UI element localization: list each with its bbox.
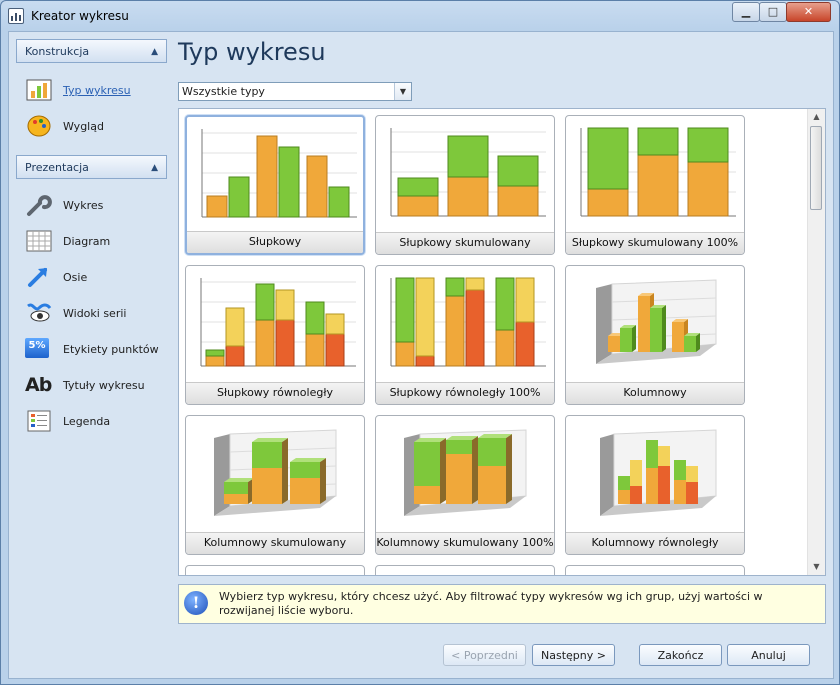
- group-header-presentation[interactable]: Prezentacja ▲: [16, 155, 167, 179]
- sidebar-item-label: Wykres: [63, 199, 104, 212]
- sidebar-item-label: Wygląd: [63, 120, 104, 133]
- sidebar-item-series-views[interactable]: Widoki serii: [25, 298, 165, 328]
- bar-chart-icon: [26, 79, 52, 101]
- stacked-column-3d-chart-preview: [214, 429, 337, 516]
- filter-value: Wszystkie typy: [182, 85, 265, 98]
- bar-chart-preview: [201, 129, 357, 218]
- sidebar-item-chart-type[interactable]: Typ wykresu: [25, 75, 165, 105]
- grid-icon: [26, 230, 52, 252]
- hint-panel: ! Wybierz typ wykresu, który chcesz użyć…: [178, 584, 826, 624]
- chart-wizard-window: Kreator wykresu ▁ □ ✕ Konstrukcja ▲ Typ …: [0, 0, 840, 685]
- gallery-scrollbar[interactable]: ▲ ▼: [807, 109, 825, 575]
- side-by-side-column-3d-chart-preview: [600, 429, 717, 516]
- sidebar-item-label: Osie: [63, 271, 88, 284]
- chart-type-filter-select[interactable]: Wszystkie typy ▼: [178, 82, 412, 101]
- tile-caption: Słupkowy skumulowany: [376, 232, 554, 254]
- sidebar-item-chart[interactable]: Wykres: [25, 190, 165, 220]
- next-button[interactable]: Następny >: [532, 644, 615, 666]
- scroll-up-icon[interactable]: ▲: [808, 109, 825, 125]
- chevron-up-icon: ▲: [151, 163, 158, 173]
- group-header-label: Konstrukcja: [25, 45, 90, 58]
- sidebar-item-chart-titles[interactable]: Ab Tytuły wykresu: [25, 370, 165, 400]
- wizard-client-area: Konstrukcja ▲ Typ wykresu Wygląd Prezent…: [8, 31, 834, 679]
- chevron-up-icon: ▲: [151, 47, 158, 57]
- sidebar: Konstrukcja ▲ Typ wykresu Wygląd Prezent…: [9, 32, 172, 636]
- app-icon: [8, 8, 24, 24]
- group-header-construction[interactable]: Konstrukcja ▲: [16, 39, 167, 63]
- sidebar-item-label: Etykiety punktów: [63, 343, 159, 356]
- tile-caption: Kolumnowy skumulowany 100%: [376, 532, 554, 554]
- side-by-side-bar-100-chart-preview: [390, 277, 546, 367]
- wizard-footer: < Poprzedni Następny > Zakończ Anuluj: [9, 636, 833, 678]
- stacked-bar-100-chart-preview: [580, 127, 736, 217]
- tile-caption: Słupkowy równoległy 100%: [376, 382, 554, 404]
- maximize-button[interactable]: □: [759, 2, 787, 22]
- point-label-icon: 5%: [25, 338, 49, 358]
- chevron-down-icon[interactable]: ▼: [394, 83, 411, 100]
- legend-icon: [27, 410, 51, 432]
- tile-caption: Słupkowy skumulowany 100%: [566, 232, 744, 254]
- tile-caption: Kolumnowy: [566, 382, 744, 404]
- tile-caption: Słupkowy: [187, 231, 363, 253]
- chart-type-tile-row4-1[interactable]: [185, 565, 365, 575]
- page-title: Typ wykresu: [178, 38, 326, 66]
- chart-type-tile-side-by-side-column-3d[interactable]: Kolumnowy równoległy: [565, 415, 745, 555]
- scroll-down-icon[interactable]: ▼: [808, 559, 825, 575]
- point-label-icon-text: 5%: [28, 340, 46, 351]
- series-view-icon: [27, 303, 52, 322]
- side-by-side-bar-chart-preview: [200, 278, 356, 367]
- sidebar-item-label: Diagram: [63, 235, 111, 248]
- chart-type-tile-row4-3[interactable]: [565, 565, 745, 575]
- wrench-icon: [27, 195, 52, 216]
- group-header-label: Prezentacja: [25, 161, 89, 174]
- sidebar-item-legend[interactable]: Legenda: [25, 406, 165, 436]
- scrollbar-thumb[interactable]: [810, 126, 822, 210]
- stacked-bar-chart-preview: [390, 128, 546, 217]
- chart-type-tile-stacked-bar-100[interactable]: Słupkowy skumulowany 100%: [565, 115, 745, 255]
- hint-text: Wybierz typ wykresu, który chcesz użyć. …: [219, 590, 763, 617]
- window-title: Kreator wykresu: [31, 9, 129, 23]
- chart-type-tile-stacked-bar[interactable]: Słupkowy skumulowany: [375, 115, 555, 255]
- sidebar-item-label: Tytuły wykresu: [63, 379, 145, 392]
- chart-type-tile-row4-2[interactable]: [375, 565, 555, 575]
- chart-type-tile-side-by-side-bar-100[interactable]: Słupkowy równoległy 100%: [375, 265, 555, 405]
- previous-button[interactable]: < Poprzedni: [443, 644, 526, 666]
- column-3d-chart-preview: [596, 279, 717, 364]
- chart-type-tile-side-by-side-bar[interactable]: Słupkowy równoległy: [185, 265, 365, 405]
- sidebar-item-point-labels[interactable]: 5% Etykiety punktów: [25, 334, 165, 364]
- chart-type-tile-column-3d[interactable]: Kolumnowy: [565, 265, 745, 405]
- tile-caption: Kolumnowy równoległy: [566, 532, 744, 554]
- sidebar-item-label: Typ wykresu: [63, 84, 131, 97]
- sidebar-item-label: Legenda: [63, 415, 111, 428]
- chart-type-gallery: Słupkowy Słupkowy skumulowany Słupkowy s…: [178, 108, 826, 576]
- tile-caption: Słupkowy równoległy: [186, 382, 364, 404]
- cancel-button[interactable]: Anuluj: [727, 644, 810, 666]
- tile-caption: Kolumnowy skumulowany: [186, 532, 364, 554]
- close-button[interactable]: ✕: [786, 2, 831, 22]
- axis-arrow-icon: [28, 268, 47, 287]
- stacked-column-100-3d-chart-preview: [404, 429, 527, 516]
- main-panel: Typ wykresu Wszystkie typy ▼ Słupkowy Sł…: [172, 32, 833, 636]
- sidebar-item-appearance[interactable]: Wygląd: [25, 111, 165, 141]
- sidebar-item-diagram[interactable]: Diagram: [25, 226, 165, 256]
- title-bar[interactable]: Kreator wykresu ▁ □ ✕: [1, 1, 839, 31]
- sidebar-item-axes[interactable]: Osie: [25, 262, 165, 292]
- palette-icon: [27, 115, 51, 137]
- chart-type-tile-bar[interactable]: Słupkowy: [185, 115, 365, 255]
- chart-type-tile-stacked-column-3d[interactable]: Kolumnowy skumulowany: [185, 415, 365, 555]
- title-text-icon: Ab: [25, 372, 53, 398]
- minimize-button[interactable]: ▁: [732, 2, 760, 22]
- chart-type-tile-stacked-column-100-3d[interactable]: Kolumnowy skumulowany 100%: [375, 415, 555, 555]
- title-text-icon-text: Ab: [25, 374, 52, 396]
- finish-button[interactable]: Zakończ: [639, 644, 722, 666]
- info-icon: !: [184, 591, 208, 615]
- sidebar-item-label: Widoki serii: [63, 307, 127, 320]
